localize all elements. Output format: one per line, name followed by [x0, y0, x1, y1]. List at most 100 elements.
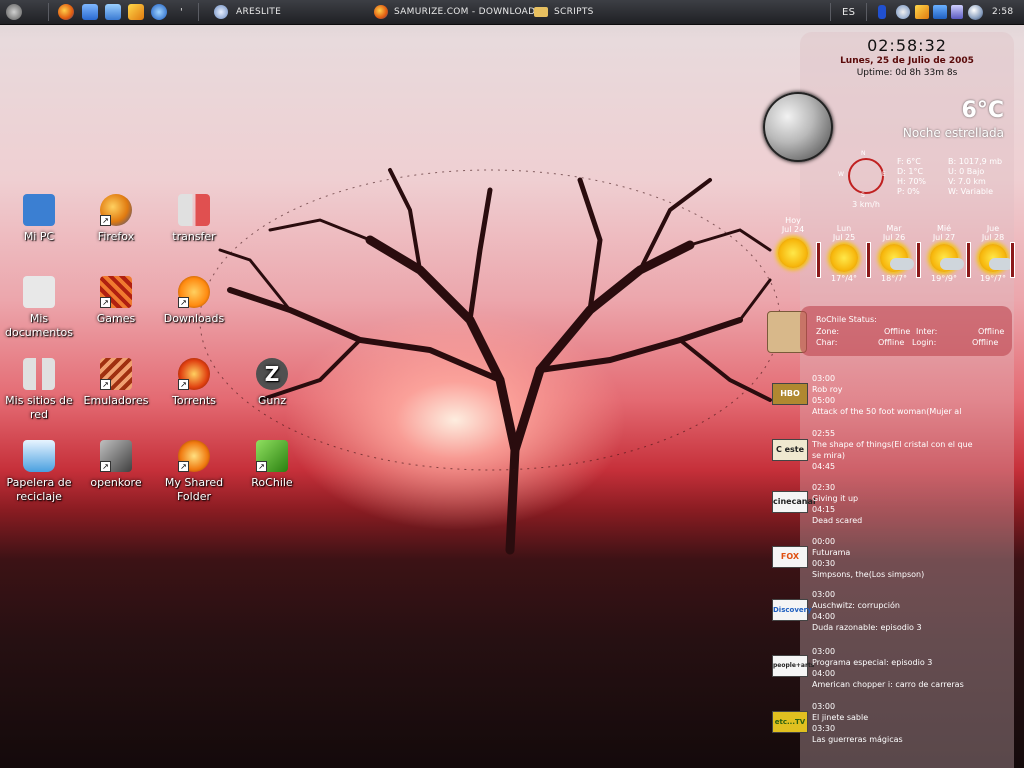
- quicklaunch-app[interactable]: [105, 0, 121, 24]
- task-areslite[interactable]: ARESLITE: [214, 0, 281, 24]
- weather-details-right: B: 1017,9 mb U: 0 Bajo V: 7.0 km W: Vari…: [948, 157, 1002, 197]
- desktop-icon-mis-documentos[interactable]: Mis documentos: [2, 276, 76, 340]
- desktop-icon-label: Torrents: [172, 394, 216, 407]
- weather-detail: B: 1017,9 mb: [948, 157, 1003, 166]
- forecast-divider: [916, 242, 921, 278]
- shortcut-arrow-icon: ↗: [178, 379, 189, 390]
- tray-icon-network[interactable]: [933, 0, 947, 24]
- desktop-icon-games[interactable]: ↗ Games: [79, 276, 153, 326]
- compass-e: E: [882, 171, 886, 178]
- firefox-icon: ↗: [100, 194, 132, 226]
- desktop-icon-mi-pc[interactable]: Mi PC: [2, 194, 76, 244]
- tv-entry: 03:00 Programa especial: episodio 3 04:0…: [812, 646, 964, 690]
- internet-explorer-icon: [151, 4, 167, 20]
- desktop-icon-label: Mis sitios de red: [5, 394, 73, 421]
- taskbar-separator: [198, 3, 199, 21]
- tv-time: 05:00: [812, 396, 836, 405]
- quicklaunch-more[interactable]: ': [180, 0, 183, 24]
- desktop-icon-label: RoChile: [251, 476, 293, 489]
- task-label: ARESLITE: [236, 7, 282, 17]
- desktop-icon-firefox[interactable]: ↗ Firefox: [79, 194, 153, 244]
- rochile-title: RoChile Status:: [816, 315, 877, 324]
- desktop-icon-my-shared-folder[interactable]: ↗ My Shared Folder: [157, 440, 231, 504]
- forecast-dayname: Jue: [986, 224, 1000, 233]
- rochile-inter-value: Offline: [978, 327, 1005, 336]
- tray-icon-areslite[interactable]: [896, 0, 910, 24]
- my-computer-icon: [23, 194, 55, 226]
- forecast-dayname: Mar: [886, 224, 902, 233]
- taskbar-clock[interactable]: 2:58: [992, 0, 1013, 24]
- tv-time: 04:00: [812, 612, 836, 621]
- channel-name: people+arts: [773, 662, 815, 669]
- tv-time: 03:00: [812, 590, 836, 599]
- clock-time: 02:58:32: [867, 36, 947, 55]
- start-button[interactable]: [6, 0, 22, 24]
- tray-icon-globe[interactable]: [968, 0, 983, 24]
- desktop-icon-openkore[interactable]: ↗ openkore: [79, 440, 153, 490]
- desktop-icon-label: My Shared Folder: [164, 476, 224, 503]
- shortcut-arrow-icon: ↗: [100, 297, 111, 308]
- moon-phase-icon: [763, 92, 833, 162]
- compass-n: N: [861, 150, 866, 157]
- tv-time: 03:30: [812, 724, 836, 733]
- desktop-icon-downloads[interactable]: ↗ Downloads: [157, 276, 231, 326]
- gunz-icon: Z: [256, 358, 288, 390]
- quicklaunch-winamp[interactable]: [128, 0, 144, 24]
- desktop-icon-torrents[interactable]: ↗ Torrents: [157, 358, 231, 408]
- taskbar-clock-label: 2:58: [992, 7, 1014, 17]
- tv-entry: 03:00 Auschwitz: corrupción 04:00 Duda r…: [812, 589, 922, 633]
- task-samurize[interactable]: SAMURIZE.COM - DOWNLOAD...: [374, 0, 545, 24]
- forecast-day: Mar Jul 26 18°/7°: [872, 224, 916, 283]
- sunny-icon: [778, 238, 808, 268]
- desktop-icon-transfer[interactable]: transfer: [157, 194, 231, 244]
- tv-show: El jinete sable: [812, 713, 869, 722]
- forecast-divider: [1010, 242, 1015, 278]
- weather-detail: P: 0%: [897, 187, 920, 196]
- forecast-temps: 17°/4°: [831, 274, 857, 283]
- tv-time: 03:00: [812, 702, 836, 711]
- forecast-date: Jul 24: [781, 225, 805, 234]
- volume-icon: [951, 5, 963, 19]
- task-scripts[interactable]: SCRIPTS: [534, 0, 594, 24]
- app-icon: [105, 4, 121, 20]
- quicklaunch-ie[interactable]: [151, 0, 167, 24]
- shared-folder-icon: ↗: [178, 440, 210, 472]
- desktop-icon-label: Downloads: [163, 312, 225, 325]
- forecast-date: Jul 26: [882, 233, 906, 242]
- tv-show: Rob roy: [812, 385, 843, 394]
- shortcut-arrow-icon: ↗: [256, 461, 267, 472]
- forecast-day: Mié Jul 27 19°/9°: [922, 224, 966, 283]
- forecast-divider: [866, 242, 871, 278]
- taskbar-separator: [830, 3, 831, 21]
- channel-logo-cine: C este: [772, 439, 808, 461]
- desktop-icon-label: Papelera de reciclaje: [6, 476, 72, 503]
- tv-entry: 02:55 The shape of things(El cristal con…: [812, 428, 973, 472]
- tv-time: 04:45: [812, 462, 836, 471]
- rochile-inter-label: Inter:: [916, 327, 938, 336]
- bluetooth-icon: [878, 5, 886, 19]
- tray-icon-sound[interactable]: [951, 0, 963, 24]
- folder-icon: [534, 7, 548, 17]
- more-icon: ': [180, 6, 183, 18]
- tv-time: 02:30: [812, 483, 836, 492]
- desktop-icon-rochile[interactable]: ↗ RoChile: [235, 440, 309, 490]
- desktop-icon-emuladores[interactable]: ↗ Emuladores: [79, 358, 153, 408]
- language-indicator[interactable]: ES: [842, 0, 855, 24]
- channel-name: cinecanal: [773, 497, 816, 506]
- shortcut-arrow-icon: ↗: [178, 297, 189, 308]
- forecast-date: Jul 25: [832, 233, 856, 242]
- tray-icon-bluetooth[interactable]: [878, 0, 886, 24]
- channel-name: C este: [775, 445, 805, 454]
- desktop-icon-papelera[interactable]: Papelera de reciclaje: [2, 440, 76, 504]
- network-icon: [23, 358, 55, 390]
- tray-icon-winamp[interactable]: [915, 0, 929, 24]
- forecast-date: Jul 28: [981, 233, 1005, 242]
- desktop-icon-mis-sitios-de-red[interactable]: Mis sitios de red: [2, 358, 76, 422]
- partly-cloudy-icon: [930, 244, 964, 272]
- desktop-icon-gunz[interactable]: Z Gunz: [235, 358, 309, 408]
- quicklaunch-firefox[interactable]: [58, 0, 74, 24]
- desktop-icon-label: Gunz: [257, 394, 287, 407]
- quicklaunch-messenger[interactable]: [82, 0, 98, 24]
- desktop-icon-label: transfer: [172, 230, 216, 243]
- clock-date: Lunes, 25 de Julio de 2005: [840, 56, 974, 66]
